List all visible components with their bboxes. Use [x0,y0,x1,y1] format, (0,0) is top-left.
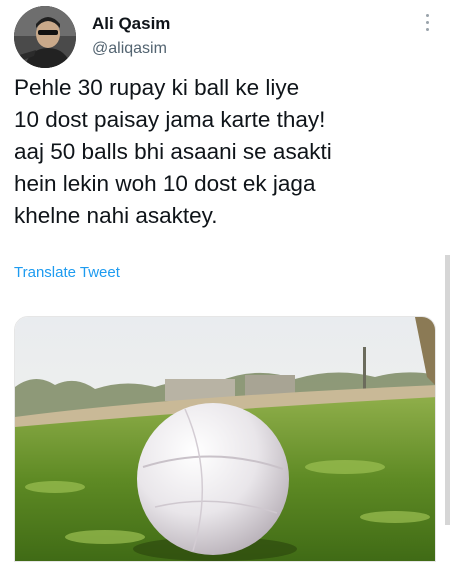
avatar[interactable] [14,6,76,68]
scrollbar[interactable] [445,255,450,525]
ball-on-grass-image [15,317,435,561]
more-vertical-icon[interactable] [424,14,430,36]
author-name[interactable]: Ali Qasim [92,14,170,34]
tweet-text-line: aaj 50 balls bhi asaani se asakti [14,139,332,164]
tweet: Ali Qasim @aliqasim Pehle 30 rupay ki ba… [0,0,450,562]
translate-tweet-link[interactable]: Translate Tweet [14,264,120,281]
avatar-photo [14,6,76,68]
author-handle[interactable]: @aliqasim [92,40,167,58]
tweet-text-line: khelne nahi asaktey. [14,203,218,228]
tweet-text-line: Pehle 30 rupay ki ball ke liye [14,75,300,100]
tweet-text-line: 10 dost paisay jama karte thay! [14,107,326,132]
tweet-text: Pehle 30 rupay ki ball ke liye 10 dost p… [14,72,440,232]
tweet-text-line: hein lekin woh 10 dost ek jaga [14,171,316,196]
tweet-media-photo[interactable] [14,316,436,562]
